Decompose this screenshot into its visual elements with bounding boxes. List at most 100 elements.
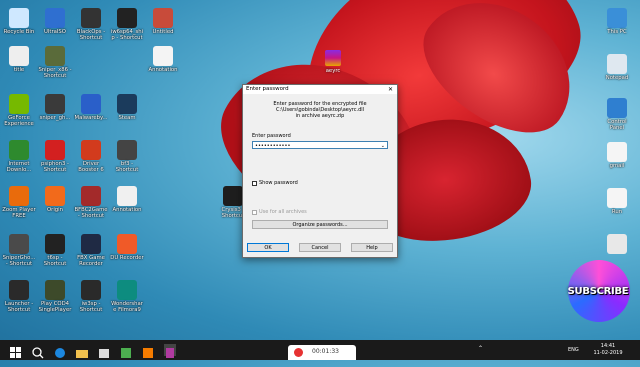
desktop-icon-label: Notepad	[605, 75, 629, 81]
app-icon-2[interactable]	[142, 344, 154, 358]
desktop-icon-annotation1[interactable]: Annotation	[146, 46, 180, 73]
iw6sp64-icon	[117, 8, 137, 28]
tray-icons: ⌃	[478, 345, 483, 365]
desktop-icon-label: title	[13, 67, 25, 73]
desktop-icon-origin[interactable]: Origin	[38, 186, 72, 213]
file-explorer-icon[interactable]	[76, 344, 88, 358]
driver-booster-icon	[81, 140, 101, 160]
archive-file-label: aeyrc	[325, 68, 341, 74]
chevron-down-icon[interactable]: ⌄	[381, 142, 385, 150]
desktop-icon-steam[interactable]: Steam	[110, 94, 144, 121]
cancel-button[interactable]: Cancel	[299, 243, 341, 252]
desktop-icon-psiphon[interactable]: psiphon3 - Shortcut	[38, 140, 72, 174]
desktop-icon-launcher[interactable]: Launcher - Shortcut	[2, 280, 36, 314]
desktop-icon-filmora[interactable]: Wondershare Filmora9	[110, 280, 144, 314]
app-icon-1[interactable]	[120, 344, 132, 358]
desktop-icon-idm[interactable]: Internet Downlo...	[2, 140, 36, 174]
tray-time: 14:41	[600, 343, 616, 349]
desktop-icon-label: iw6sp64_ship - Shortcut	[110, 29, 144, 42]
app-right-icon	[607, 234, 627, 254]
desktop-icon-label: Run	[611, 209, 623, 215]
snipergho-icon	[9, 234, 29, 254]
tray-arrow-icon[interactable]: ⌃	[478, 345, 483, 352]
info-line-3: in archive aeyrc.zip	[295, 113, 345, 119]
ok-button[interactable]: OK	[247, 243, 289, 252]
tray-language[interactable]: ENG	[568, 347, 579, 367]
archive-file-icon[interactable]: aeyrc	[318, 50, 348, 74]
show-password-checkbox[interactable]	[252, 181, 257, 186]
desktop-icon-t6sp[interactable]: t6sp - Shortcut	[38, 234, 72, 268]
sniper-x86-icon	[45, 46, 65, 66]
annotation1-icon	[153, 46, 173, 66]
desktop-icon-iw3sp[interactable]: iw3sp - Shortcut	[74, 280, 108, 314]
desktop-icon-bf3[interactable]: bf3 - Shortcut	[110, 140, 144, 174]
desktop-icon-zoom-player[interactable]: Zoom Player FREE	[2, 186, 36, 220]
dialog-titlebar[interactable]: Enter password ✕	[243, 85, 397, 94]
record-icon[interactable]	[294, 348, 303, 357]
desktop-icon-iw6sp64[interactable]: iw6sp64_ship - Shortcut	[110, 8, 144, 42]
desktop-icon-du-recorder[interactable]: DU Recorder	[110, 234, 144, 261]
close-icon[interactable]: ✕	[388, 85, 393, 94]
desktop-icon-fbx[interactable]: FBX Game Recorder	[74, 234, 108, 268]
desktop-icon-ultraiso[interactable]: UltraISO	[38, 8, 72, 35]
desktop-icon-bfbc2[interactable]: BFBC2Game - Shortcut	[74, 186, 108, 220]
subscribe-text: SUBSCRIBE	[567, 286, 629, 297]
tray-clock[interactable]: 14:41 11-02-2019	[590, 343, 626, 363]
show-password-label: Show password	[259, 180, 298, 186]
store-icon[interactable]	[98, 344, 110, 358]
desktop-icon-label: Internet Downlo...	[6, 161, 32, 174]
desktop-icon-label: SniperGho... - Shortcut	[2, 255, 36, 268]
edge-icon[interactable]	[54, 344, 66, 358]
organize-passwords-button[interactable]: Organize passwords...	[252, 220, 388, 229]
desktop-icon-driver-booster[interactable]: Driver Booster 6	[74, 140, 108, 174]
filmora-icon	[117, 280, 137, 300]
winrar-taskbar-icon[interactable]	[164, 344, 176, 358]
dialog-title: Enter password	[246, 86, 289, 92]
desktop-icon-label: Zoom Player FREE	[2, 207, 36, 220]
iw3sp-icon	[81, 280, 101, 300]
password-value: ••••••••••••	[255, 143, 291, 149]
crysis3-icon	[223, 186, 243, 206]
search-icon[interactable]	[32, 344, 44, 359]
use-for-all-checkbox	[252, 210, 257, 215]
desktop-icon-label: gmail	[609, 163, 625, 169]
desktop-icon-label: BFBC2Game - Shortcut	[74, 207, 108, 220]
desktop-icon-blackops[interactable]: BlackOps - Shortcut	[74, 8, 108, 42]
help-button[interactable]: Help	[351, 243, 393, 252]
recycle-bin-icon	[9, 8, 29, 28]
t6sp-icon	[45, 234, 65, 254]
malwarebytes-icon	[81, 94, 101, 114]
desktop-icon-sniper-gh[interactable]: sniper_gh...	[38, 94, 72, 121]
desktop-icon-snipergho[interactable]: SniperGho... - Shortcut	[2, 234, 36, 268]
launcher-icon	[9, 280, 29, 300]
desktop-icon-notepad[interactable]: Notepad	[600, 54, 634, 81]
use-for-all-label: Use for all archives	[259, 209, 307, 215]
desktop-icon-sniper-x86[interactable]: Sniper_x86 - Shortcut	[38, 46, 72, 80]
untitled-icon	[153, 8, 173, 28]
desktop-icon-geforce[interactable]: GeForce Experience	[2, 94, 36, 128]
recorder-widget[interactable]: 00:01:33	[288, 345, 356, 360]
desktop-icon-malwarebytes[interactable]: Malwareby...	[74, 94, 108, 121]
desktop-icon-untitled[interactable]: Untitled	[146, 8, 180, 35]
windows-start-icon[interactable]	[10, 344, 22, 358]
du-recorder-icon	[117, 234, 137, 254]
desktop-icon-play-cod4[interactable]: Play COD4 SinglePlayer	[38, 280, 72, 314]
desktop-icon-run[interactable]: Run	[600, 188, 634, 215]
desktop-icon-control-panel[interactable]: Control Panel	[600, 98, 634, 132]
desktop-icon-label: BlackOps - Shortcut	[76, 29, 106, 42]
desktop-icon-label: Play COD4 SinglePlayer	[38, 301, 72, 314]
zoom-player-icon	[9, 186, 29, 206]
tray-date: 11-02-2019	[593, 350, 623, 356]
desktop-icon-app-right[interactable]	[600, 234, 634, 255]
desktop-icon-label: Annotation	[112, 207, 142, 213]
bf3-icon	[117, 140, 137, 160]
desktop-icon-title[interactable]: title	[2, 46, 36, 73]
password-input[interactable]: •••••••••••• ⌄	[252, 141, 388, 149]
desktop-icon-gmail[interactable]: gmail	[600, 142, 634, 169]
origin-icon	[45, 186, 65, 206]
desktop-icon-annotation2[interactable]: Annotation	[110, 186, 144, 213]
annotation2-icon	[117, 186, 137, 206]
geforce-icon	[9, 94, 29, 114]
desktop-icon-this-pc[interactable]: This PC	[600, 8, 634, 35]
desktop-icon-recycle-bin[interactable]: Recycle Bin	[2, 8, 36, 35]
